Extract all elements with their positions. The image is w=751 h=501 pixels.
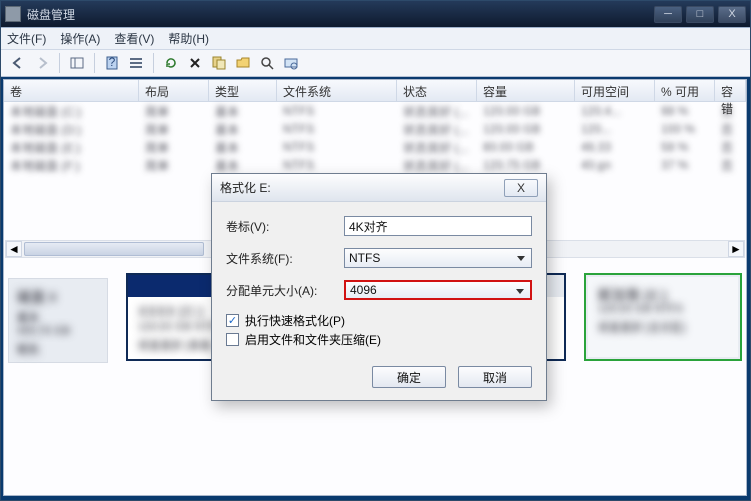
col-layout[interactable]: 布局 — [139, 80, 209, 101]
filesystem-dropdown[interactable]: NTFS — [344, 248, 532, 268]
col-percent[interactable]: % 可用 — [655, 80, 715, 101]
col-filesystem[interactable]: 文件系统 — [277, 80, 397, 101]
menu-file[interactable]: 文件(F) — [7, 30, 46, 47]
grid-body: 本地磁盘 (C:) 简单 基本 NTFS 状态良好 (... 120.00 GB… — [4, 102, 746, 174]
menu-help[interactable]: 帮助(H) — [168, 30, 209, 47]
col-free[interactable]: 可用空间 — [575, 80, 655, 101]
menubar: 文件(F) 操作(A) 查看(V) 帮助(H) — [1, 27, 750, 49]
titlebar: 磁盘管理 ─ □ X — [1, 1, 750, 27]
svg-text:?: ? — [109, 55, 116, 69]
col-faults[interactable]: 容错 — [715, 80, 746, 101]
dialog-close-button[interactable]: X — [504, 179, 538, 197]
delete-icon[interactable] — [184, 52, 206, 74]
scroll-left-icon[interactable]: ◄ — [6, 241, 22, 257]
label-volume: 卷标(V): — [226, 218, 344, 235]
quick-format-checkbox[interactable] — [226, 314, 239, 327]
compression-checkbox[interactable] — [226, 333, 239, 346]
menu-action[interactable]: 操作(A) — [60, 30, 100, 47]
minimize-button[interactable]: ─ — [654, 6, 682, 23]
panel-icon[interactable] — [66, 52, 88, 74]
dialog-title: 格式化 E: — [220, 179, 504, 196]
toolbar: ? — [1, 49, 750, 77]
table-row[interactable]: 本地磁盘 (F:) 简单 基本 NTFS 状态良好 (... 120.75 GB… — [4, 156, 746, 174]
compression-label: 启用文件和文件夹压缩(E) — [245, 331, 381, 348]
list-icon[interactable] — [125, 52, 147, 74]
label-allocation-unit: 分配单元大小(A): — [226, 282, 344, 299]
volume-label-input[interactable]: 4K对齐 — [344, 216, 532, 236]
open-folder-icon[interactable] — [232, 52, 254, 74]
disk-explorer-icon[interactable] — [280, 52, 302, 74]
table-row[interactable]: 本地磁盘 (D:) 简单 基本 NTFS 状态良好 (... 120.00 GB… — [4, 120, 746, 138]
col-volume[interactable]: 卷 — [4, 80, 139, 101]
scroll-thumb[interactable] — [24, 242, 204, 256]
close-button[interactable]: X — [718, 6, 746, 23]
maximize-button[interactable]: □ — [686, 6, 714, 23]
disk-management-window: 磁盘管理 ─ □ X 文件(F) 操作(A) 查看(V) 帮助(H) ? 卷 布… — [0, 0, 751, 501]
table-row[interactable]: 本地磁盘 (C:) 简单 基本 NTFS 状态良好 (... 120.00 GB… — [4, 102, 746, 120]
label-filesystem: 文件系统(F): — [226, 250, 344, 267]
disk-mgmt-icon — [5, 6, 21, 22]
forward-icon[interactable] — [31, 52, 53, 74]
help-icon[interactable]: ? — [101, 52, 123, 74]
ok-button[interactable]: 确定 — [372, 366, 446, 388]
grid-header: 卷 布局 类型 文件系统 状态 容量 可用空间 % 可用 容错 — [4, 80, 746, 102]
col-capacity[interactable]: 容量 — [477, 80, 575, 101]
magnify-icon[interactable] — [256, 52, 278, 74]
table-row[interactable]: 本地磁盘 (E:) 简单 基本 NTFS 状态良好 (... 80.00 GB … — [4, 138, 746, 156]
quick-format-label: 执行快速格式化(P) — [245, 312, 345, 329]
scroll-right-icon[interactable]: ► — [728, 241, 744, 257]
allocation-unit-dropdown[interactable]: 4096 — [344, 280, 532, 300]
disk-summary-block[interactable]: 磁盘 0 基本 465.76 GB 联机 — [8, 278, 108, 363]
dialog-titlebar: 格式化 E: X — [212, 174, 546, 202]
properties-icon[interactable] — [208, 52, 230, 74]
col-type[interactable]: 类型 — [209, 80, 277, 101]
format-dialog: 格式化 E: X 卷标(V): 4K对齐 文件系统(F): NTFS 分配单元大… — [211, 173, 547, 401]
partition-block-2[interactable]: 新加卷 (E:) 120.00 GB NTFS 状态良好 (主分区) — [584, 273, 742, 361]
menu-view[interactable]: 查看(V) — [114, 30, 154, 47]
col-status[interactable]: 状态 — [397, 80, 477, 101]
refresh-icon[interactable] — [160, 52, 182, 74]
cancel-button[interactable]: 取消 — [458, 366, 532, 388]
window-title: 磁盘管理 — [27, 6, 654, 23]
back-icon[interactable] — [7, 52, 29, 74]
